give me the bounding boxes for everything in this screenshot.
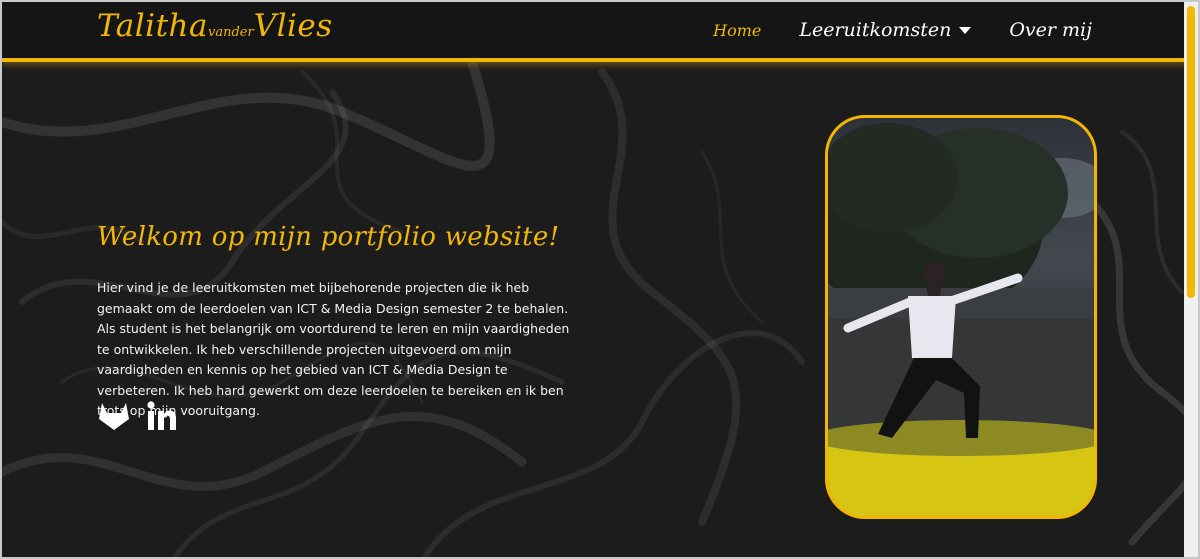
logo-last-name: Vlies xyxy=(253,8,333,44)
scrollbar-thumb[interactable] xyxy=(1187,6,1195,298)
linkedin-icon xyxy=(147,401,176,430)
linkedin-link[interactable] xyxy=(145,399,179,433)
nav-item-leeruitkomsten[interactable]: Leeruitkomsten xyxy=(799,19,972,41)
hero-title: Welkom op mijn portfolio website! xyxy=(97,222,560,252)
social-links xyxy=(97,399,179,433)
main-nav: Home Leeruitkomsten Over mij xyxy=(713,19,1092,41)
site-logo[interactable]: TalithavanderVlies xyxy=(97,8,333,44)
nav-item-home[interactable]: Home xyxy=(713,21,761,40)
profile-photo xyxy=(825,115,1097,519)
gitlab-link[interactable] xyxy=(97,399,131,433)
logo-first-name: Talitha xyxy=(97,8,208,44)
nav-item-leeruitkomsten-label: Leeruitkomsten xyxy=(799,19,952,41)
header-navbar: TalithavanderVlies Home Leeruitkomsten O… xyxy=(2,2,1188,62)
logo-middle-name: vander xyxy=(208,25,254,40)
chevron-down-icon xyxy=(959,26,972,34)
nav-item-over-mij[interactable]: Over mij xyxy=(1009,19,1092,41)
gitlab-icon xyxy=(99,403,129,430)
page: TalithavanderVlies Home Leeruitkomsten O… xyxy=(0,0,1200,559)
profile-photo-illustration xyxy=(828,123,1094,516)
page-scrollbar[interactable] xyxy=(1184,2,1198,557)
